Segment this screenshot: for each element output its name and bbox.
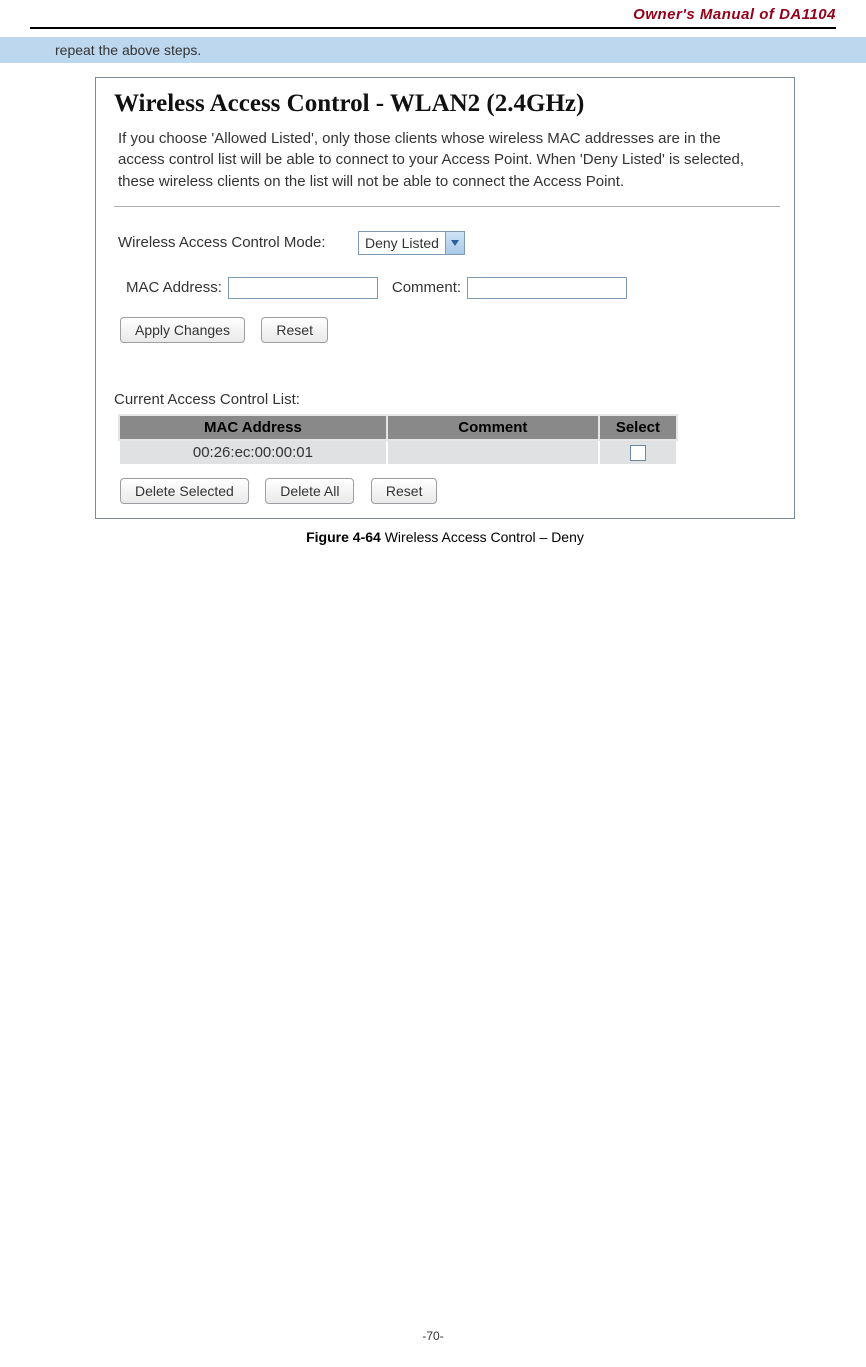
reset-button[interactable]: Reset xyxy=(261,317,328,343)
table-header-mac: MAC Address xyxy=(119,415,387,440)
header-divider xyxy=(30,27,836,29)
page-footer: -70- xyxy=(0,1329,866,1343)
mac-address-label: MAC Address: xyxy=(126,279,222,296)
current-list-label: Current Access Control List: xyxy=(114,391,780,408)
document-header-title: Owner's Manual of DA1104 xyxy=(633,6,836,23)
mode-select[interactable]: Deny Listed xyxy=(358,231,465,255)
apply-changes-button[interactable]: Apply Changes xyxy=(120,317,245,343)
table-cell-select xyxy=(599,440,677,465)
panel-title: Wireless Access Control - WLAN2 (2.4GHz) xyxy=(114,90,780,118)
panel-description: If you choose 'Allowed Listed', only tho… xyxy=(118,128,770,192)
page-number: -70- xyxy=(422,1329,443,1343)
panel-inner-divider xyxy=(114,206,780,207)
mode-label: Wireless Access Control Mode: xyxy=(118,234,358,251)
mode-select-value: Deny Listed xyxy=(359,235,445,251)
table-cell-mac: 00:26:ec:00:00:01 xyxy=(119,440,387,465)
figure-caption-text: Wireless Access Control – Deny xyxy=(385,529,584,545)
figure-caption-number: Figure 4-64 xyxy=(306,529,385,545)
access-control-table: MAC Address Comment Select 00:26:ec:00:0… xyxy=(118,414,678,466)
instruction-bar: repeat the above steps. xyxy=(0,37,866,63)
delete-selected-button[interactable]: Delete Selected xyxy=(120,478,249,504)
row-select-checkbox[interactable] xyxy=(630,445,646,461)
chevron-down-icon[interactable] xyxy=(445,232,464,254)
table-cell-comment xyxy=(387,440,599,465)
table-header-row: MAC Address Comment Select xyxy=(119,415,677,440)
reset-list-button[interactable]: Reset xyxy=(371,478,438,504)
comment-label: Comment: xyxy=(392,279,461,296)
comment-input[interactable] xyxy=(467,277,627,299)
figure-caption: Figure 4-64 Wireless Access Control – De… xyxy=(95,529,795,545)
screenshot-frame: Wireless Access Control - WLAN2 (2.4GHz)… xyxy=(95,77,795,519)
mac-address-input[interactable] xyxy=(228,277,378,299)
table-header-select: Select xyxy=(599,415,677,440)
table-header-comment: Comment xyxy=(387,415,599,440)
delete-all-button[interactable]: Delete All xyxy=(265,478,354,504)
table-row: 00:26:ec:00:00:01 xyxy=(119,440,677,465)
